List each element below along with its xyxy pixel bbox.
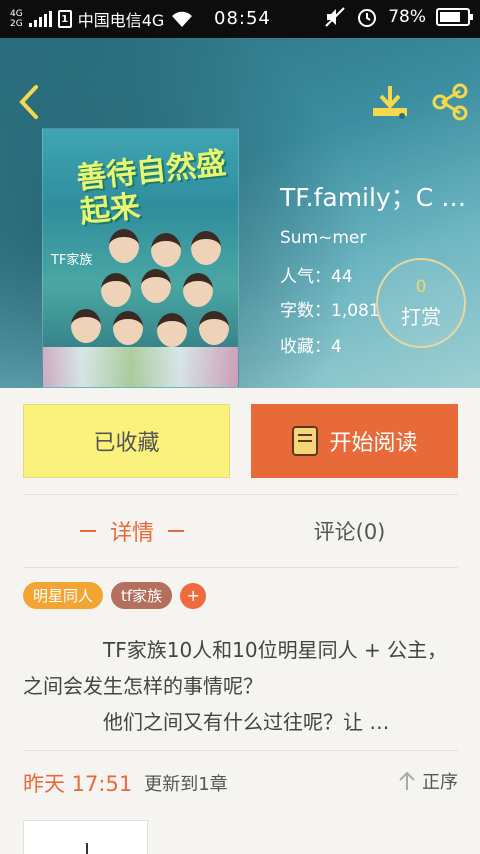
add-tag-button[interactable]: + [180, 582, 207, 609]
word-count-stat: 字数：1,081 [280, 301, 380, 321]
battery-percent: 78% [388, 7, 426, 27]
divider [23, 494, 458, 495]
mute-icon [325, 7, 345, 27]
tab-comments[interactable]: 评论(0) [241, 496, 458, 566]
download-icon[interactable] [370, 84, 410, 120]
carrier-name: 中国电信4G [77, 11, 165, 30]
start-reading-button[interactable]: 开始阅读 [251, 404, 458, 478]
book-title: TF.family；C … [280, 183, 467, 212]
status-right: 78% [324, 6, 473, 28]
tag-list: 明星同人 tf家族 + [23, 582, 207, 609]
book-icon [292, 426, 319, 456]
tag-item[interactable]: tf家族 [111, 582, 173, 609]
tip-button[interactable]: 0 打赏 [376, 258, 466, 348]
sim-icon: 1 [57, 10, 72, 28]
tab-dash-left [79, 530, 96, 532]
battery-fill [440, 12, 461, 22]
update-info: 更新到1章 [144, 774, 228, 795]
description-line-1: TF家族10人和10位明星同人 + 公主，之间会发生怎样的事情呢？ [23, 638, 448, 698]
battery-icon [436, 8, 473, 26]
update-row: 昨天 17:51 更新到1章 正序 [23, 766, 458, 800]
alarm-icon [358, 9, 377, 27]
tag-item[interactable]: 明星同人 [23, 582, 104, 609]
tab-comments-label: 评论(0) [313, 520, 386, 544]
tab-dash-right [168, 530, 184, 532]
signal-icon [28, 11, 52, 27]
status-bar: 4G 2G 1 中国电信4G 08:54 78% [0, 0, 480, 38]
update-time: 昨天 17:51 [23, 772, 133, 796]
collected-label: 已收藏 [93, 431, 160, 456]
network-top: 4G [10, 9, 23, 19]
wifi-icon [172, 11, 193, 27]
book-description[interactable]: TF家族10人和10位明星同人 + 公主，之间会发生怎样的事情呢？ 他们之间又有… [23, 632, 458, 740]
chapter-card[interactable] [23, 820, 148, 854]
sort-button[interactable]: 正序 [398, 768, 458, 794]
divider [23, 567, 458, 568]
tip-label: 打赏 [401, 304, 441, 329]
cover-flowers [43, 347, 238, 387]
clock: 08:54 [214, 8, 271, 29]
description-line-2: 他们之间又有什么过往呢？让 … [103, 710, 390, 734]
favorites-stat: 收藏：4 [280, 337, 342, 357]
author-name[interactable]: Sum~mer [280, 228, 366, 248]
popularity-stat: 人气：44 [280, 267, 353, 287]
tab-detail[interactable]: 详情 [23, 496, 241, 566]
back-button[interactable] [14, 84, 44, 120]
collected-button[interactable]: 已收藏 [23, 404, 230, 478]
share-icon[interactable] [430, 82, 470, 122]
tip-count: 0 [415, 276, 427, 297]
tab-detail-label: 详情 [109, 521, 154, 546]
status-left: 4G 2G 1 中国电信4G [10, 7, 194, 31]
arrow-up-icon [399, 771, 415, 790]
network-type: 4G 2G [10, 9, 23, 29]
book-cover[interactable]: 善待自然盛起来 TF家族 [42, 128, 239, 388]
cover-title: 善待自然盛起来 [74, 145, 228, 231]
network-bottom: 2G [10, 19, 23, 29]
sort-label: 正序 [422, 772, 458, 793]
start-reading-label: 开始阅读 [329, 431, 418, 456]
book-header: 善待自然盛起来 TF家族 TF.family；C … Sum~mer 人气：44… [0, 38, 480, 388]
divider [23, 750, 458, 751]
